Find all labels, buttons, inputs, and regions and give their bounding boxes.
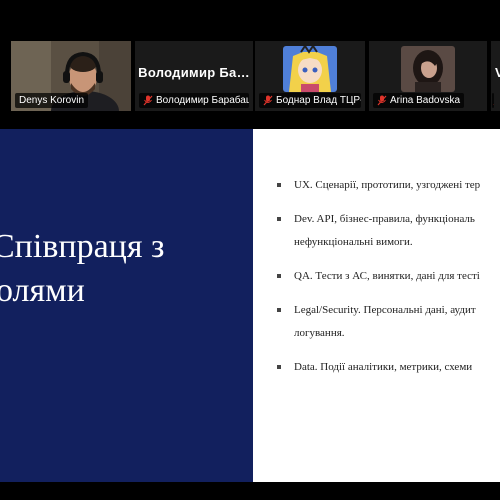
participant-avatar: [283, 46, 337, 92]
bullet-text: UX. Сценарії, прототипи, узгоджені тер: [294, 179, 481, 191]
slide-bullet: Legal/Security. Персональні дані, аудит …: [277, 299, 500, 345]
participant-avatar: [401, 46, 455, 92]
microphone-muted-icon: [143, 95, 153, 106]
participant-name-label: Arina Badovska: [373, 93, 465, 108]
participant-name: Боднар Влад ТЦР-22: [276, 95, 361, 106]
slide-bullet: Data. Події аналітики, метрики, схеми: [277, 356, 500, 379]
slide-title-panel: Співпраця з олями: [0, 129, 253, 482]
participant-name: Denys Korovin: [19, 95, 85, 106]
bullet-marker: [277, 365, 281, 369]
microphone-muted-icon: [493, 104, 494, 105]
participant-tile-partial[interactable]: V: [491, 41, 500, 111]
slide-bullet: QA. Тести з АС, винятки, дані для тесті: [277, 265, 500, 288]
bullet-text: Dev. API, бізнес-правила, функціональ: [294, 213, 475, 225]
participant-display-name: Володимир Ба…: [138, 65, 250, 80]
bullet-text: Data. Події аналітики, метрики, схеми: [294, 361, 473, 373]
microphone-muted-icon: [377, 95, 387, 106]
participant-name-label: Володимир Барабаш ...: [139, 93, 249, 108]
slide-title-line: Співпраця з: [0, 228, 165, 265]
participant-name: Володимир Барабаш ...: [156, 95, 249, 106]
slide-title-line: олями: [0, 272, 85, 309]
bullet-text: логування.: [294, 327, 345, 339]
slide-bullet-list: UX. Сценарії, прототипи, узгоджені тер D…: [277, 174, 500, 390]
bullet-text: нефункціональні вимоги.: [294, 236, 413, 248]
anime-avatar-image: [283, 46, 337, 92]
bullet-text: Legal/Security. Персональні дані, аудит: [294, 304, 476, 316]
bullet-marker: [277, 183, 281, 187]
participant-name-label: [492, 93, 494, 108]
participant-display-name: V: [495, 65, 500, 80]
profile-photo-image: [401, 46, 455, 92]
participant-name: Arina Badovska: [390, 95, 461, 106]
participant-gallery: Denys Korovin Володимир Ба… Володимир Ба…: [0, 0, 500, 118]
participant-name-label: Denys Korovin: [15, 93, 89, 108]
bullet-marker: [277, 274, 281, 278]
slide-bullet: Dev. API, бізнес-правила, функціональ не…: [277, 208, 500, 254]
participant-tile-arina[interactable]: Arina Badovska: [369, 41, 487, 111]
participant-tile-volodymyr[interactable]: Володимир Ба… Володимир Барабаш ...: [135, 41, 253, 111]
shared-screen-slide: Співпраця з олями UX. Сценарії, прототип…: [0, 129, 500, 482]
participant-tile-denys[interactable]: Denys Korovin: [11, 41, 131, 111]
microphone-muted-icon: [263, 95, 273, 106]
bullet-marker: [277, 217, 281, 221]
bullet-marker: [277, 308, 281, 312]
bullet-text: QA. Тести з АС, винятки, дані для тесті: [294, 270, 480, 282]
participant-tile-bodnar[interactable]: Боднар Влад ТЦР-22: [255, 41, 365, 111]
slide-bullet: UX. Сценарії, прототипи, узгоджені тер: [277, 174, 500, 197]
slide-title: Співпраця з олями: [0, 225, 272, 313]
participant-name-label: Боднар Влад ТЦР-22: [259, 93, 361, 108]
